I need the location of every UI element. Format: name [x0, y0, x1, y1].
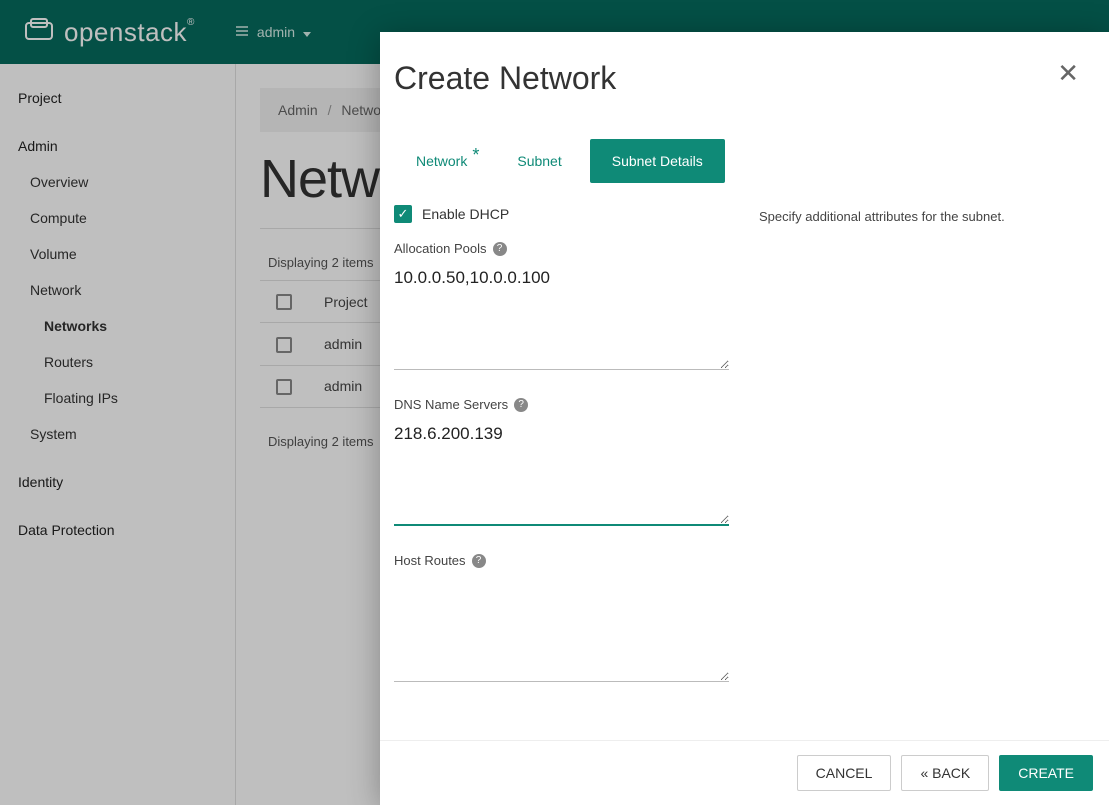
- modal-footer: CANCEL « BACK CREATE: [380, 740, 1109, 805]
- host-routes-input[interactable]: [394, 574, 729, 682]
- modal-title: Create Network: [394, 60, 616, 97]
- enable-dhcp-label: Enable DHCP: [422, 206, 509, 222]
- cancel-button[interactable]: CANCEL: [797, 755, 892, 791]
- create-network-modal: Create Network ✕ Network * Subnet Subnet…: [380, 32, 1109, 805]
- tab-network[interactable]: Network *: [394, 139, 489, 183]
- help-text: Specify additional attributes for the su…: [759, 205, 1095, 730]
- back-button[interactable]: « BACK: [901, 755, 989, 791]
- required-star-icon: *: [472, 145, 479, 166]
- tab-subnet[interactable]: Subnet: [495, 139, 583, 183]
- tab-subnet-details[interactable]: Subnet Details: [590, 139, 725, 183]
- form-column: ✓ Enable DHCP Allocation Pools ? DNS Nam…: [394, 205, 729, 730]
- host-routes-label: Host Routes ?: [394, 553, 729, 568]
- dns-name-servers-label: DNS Name Servers ?: [394, 397, 729, 412]
- enable-dhcp-row[interactable]: ✓ Enable DHCP: [394, 205, 729, 223]
- enable-dhcp-checkbox[interactable]: ✓: [394, 205, 412, 223]
- allocation-pools-label: Allocation Pools ?: [394, 241, 729, 256]
- help-icon[interactable]: ?: [514, 398, 528, 412]
- dns-name-servers-input[interactable]: [394, 418, 729, 526]
- close-icon[interactable]: ✕: [1057, 60, 1079, 86]
- help-icon[interactable]: ?: [472, 554, 486, 568]
- help-icon[interactable]: ?: [493, 242, 507, 256]
- tab-network-label: Network: [416, 153, 467, 169]
- allocation-pools-input[interactable]: [394, 262, 729, 370]
- create-button[interactable]: CREATE: [999, 755, 1093, 791]
- wizard-tabs: Network * Subnet Subnet Details: [380, 139, 1109, 183]
